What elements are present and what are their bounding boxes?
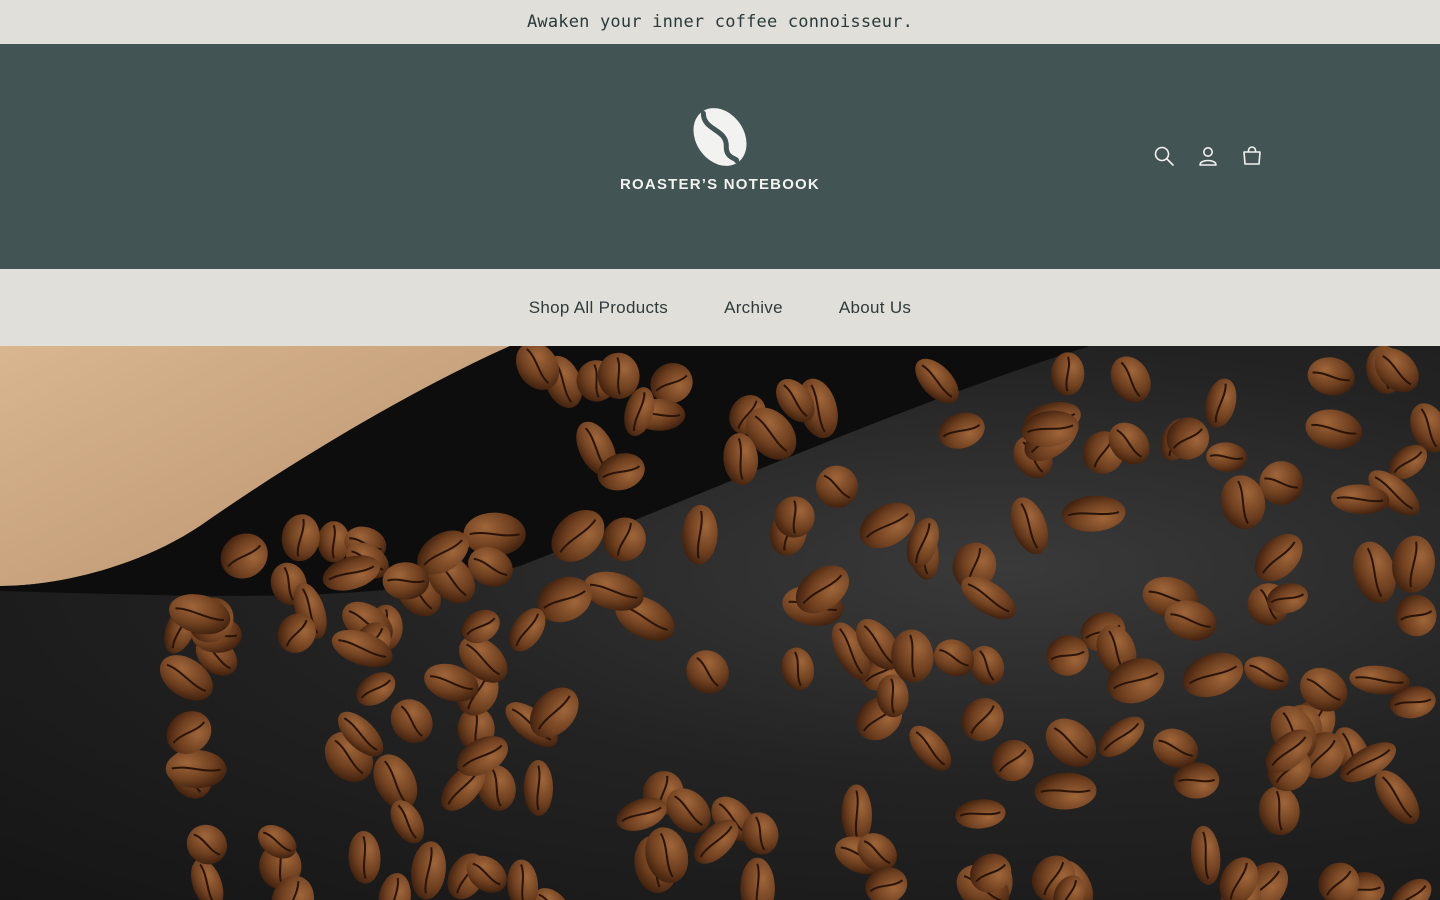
announcement-text: Awaken your inner coffee connoisseur. [526,12,914,32]
coffee-bean [909,725,952,771]
coffee-bean [1390,878,1432,900]
coffee-bean [390,699,433,743]
coffee-bean [1258,786,1300,836]
coffee-bean [955,799,1006,829]
nav-item-about-us[interactable]: About Us [839,298,911,318]
coffee-bean [815,465,859,508]
coffee-bean [1110,356,1151,403]
site-header: ROASTER’S NOTEBOOK [0,44,1440,269]
coffee-bean [1045,718,1097,768]
coffee-bean [934,639,974,677]
coffee-bean-logo-icon [693,108,747,166]
coffee-bean [1051,352,1085,396]
coffee-bean [1255,533,1303,582]
coffee-bean [1244,656,1289,691]
coffee-bean [1307,357,1355,396]
hero-image [0,346,1440,900]
coffee-bean [1206,442,1247,472]
coffee-bean [186,824,228,865]
coffee-bean [348,831,381,884]
coffee-bean [356,672,396,706]
coffee-bean [1034,772,1097,810]
coffee-beans-image [0,346,1440,900]
header-icons [1142,139,1274,173]
site-logo[interactable]: ROASTER’S NOTEBOOK [600,104,840,214]
coffee-bean [781,647,815,691]
coffee-bean [961,698,1004,742]
coffee-bean [523,760,554,816]
coffee-bean [1392,535,1435,593]
coffee-bean [682,504,718,565]
coffee-bean [686,650,729,694]
coffee-bean [1190,825,1221,885]
coffee-bean [991,739,1034,782]
coffee-bean [1061,495,1126,532]
logo-text: ROASTER’S NOTEBOOK [620,176,820,193]
coffee-bean [507,859,539,900]
coffee-bean [1098,716,1145,758]
coffee-bean [1395,594,1437,637]
nav-item-shop-all-products[interactable]: Shop All Products [529,298,668,318]
account-icon [1199,147,1217,166]
cart-icon [1243,146,1261,165]
search-icon [1154,146,1174,166]
cart-button[interactable] [1230,139,1274,173]
coffee-bean [1182,652,1244,698]
coffee-bean [938,412,985,449]
search-button[interactable] [1142,139,1186,173]
coffee-bean [411,841,446,900]
coffee-bean [378,873,411,900]
coffee-bean [1305,409,1363,450]
main-nav: Shop All Products Archive About Us [0,269,1440,346]
coffee-bean [1010,497,1048,555]
announcement-bar: Awaken your inner coffee connoisseur. [0,0,1440,44]
coffee-bean [740,857,775,900]
account-button[interactable] [1186,139,1230,173]
nav-item-archive[interactable]: Archive [724,298,783,318]
coffee-bean [1205,378,1237,428]
